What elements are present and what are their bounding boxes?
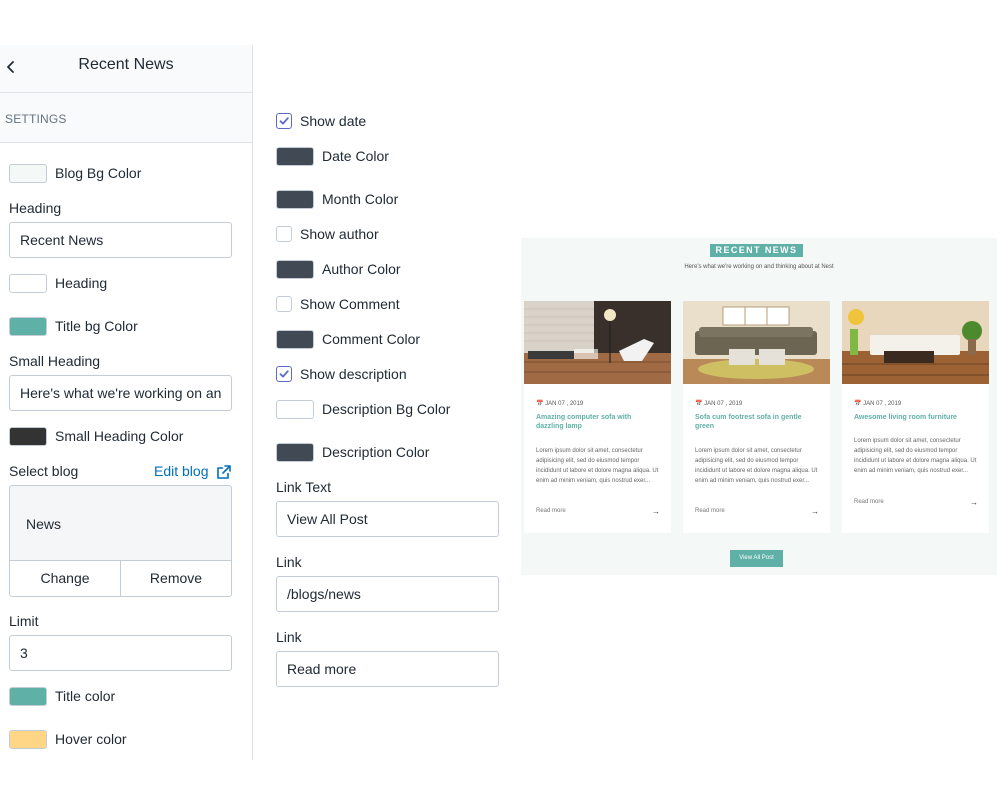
heading-label: Heading <box>9 200 62 216</box>
blog-card-description: Lorem ipsum dolor sit amet, consectetur … <box>854 438 977 474</box>
description-bg-color-swatch[interactable] <box>276 400 314 419</box>
selected-blog-card: News Change Remove <box>9 485 232 597</box>
recent-news-preview: RECENT NEWS Here's what we're working on… <box>521 238 997 575</box>
blog-actions: Change Remove <box>9 560 232 597</box>
blog-card-image[interactable] <box>842 301 989 384</box>
heading-color-label: Heading <box>55 275 108 291</box>
settings-sidebar: Recent News SETTINGS Blog Bg Color Headi… <box>0 45 253 760</box>
preview-subtitle: Here's what we're working on and thinkin… <box>684 264 834 270</box>
view-all-post-button[interactable]: View All Post <box>730 550 783 567</box>
show-date-label: Show date <box>300 113 367 129</box>
link-label: Link <box>276 554 302 570</box>
blog-card-image[interactable] <box>683 301 830 384</box>
date-color-label: Date Color <box>322 148 389 164</box>
blog-card: 📅 JAN 07 , 2019 Sofa cum footrest sofa i… <box>683 301 830 533</box>
date-text: JAN 07 , 2019 <box>545 401 584 407</box>
description-color-label: Description Color <box>322 444 430 460</box>
title-bg-color-swatch[interactable] <box>9 317 47 336</box>
small-heading-input[interactable]: Here's what we're working on an <box>9 375 232 411</box>
blog-card-date: 📅 JAN 07 , 2019 <box>695 400 742 407</box>
change-blog-button[interactable]: Change <box>10 561 120 596</box>
read-more-link[interactable]: Read more <box>695 508 725 514</box>
comment-color-label: Comment Color <box>322 331 421 347</box>
blog-card: 📅 JAN 07 , 2019 Awesome living room furn… <box>842 301 989 533</box>
date-text: JAN 07 , 2019 <box>863 401 902 407</box>
external-link-icon[interactable] <box>216 464 232 480</box>
blog-bg-color-label: Blog Bg Color <box>55 165 142 181</box>
checkmark-icon <box>279 117 289 125</box>
blog-card: 📅 JAN 07 , 2019 Amazing computer sofa wi… <box>524 301 671 533</box>
author-color-label: Author Color <box>322 261 401 277</box>
blog-bg-color-swatch[interactable] <box>9 164 47 183</box>
blog-card-date: 📅 JAN 07 , 2019 <box>854 400 901 407</box>
arrow-right-icon[interactable]: → <box>811 507 819 516</box>
selected-blog-name: News <box>26 516 62 532</box>
page-title: Recent News <box>78 56 174 73</box>
blog-card-description: Lorem ipsum dolor sit amet, consectetur … <box>536 448 659 484</box>
arrow-right-icon[interactable]: → <box>652 507 660 516</box>
title-bg-color-label: Title bg Color <box>55 318 138 334</box>
description-color-swatch[interactable] <box>276 443 314 462</box>
read-more-input[interactable]: Read more <box>276 651 499 687</box>
small-heading-label: Small Heading <box>9 353 101 369</box>
edit-blog-link[interactable]: Edit blog <box>154 463 208 479</box>
heading-input[interactable]: Recent News <box>9 222 232 258</box>
link-text-input[interactable]: View All Post <box>276 501 499 537</box>
remove-blog-button[interactable]: Remove <box>120 561 231 596</box>
date-text: JAN 07 , 2019 <box>704 401 743 407</box>
arrow-right-icon[interactable]: → <box>970 498 978 507</box>
show-description-label: Show description <box>300 366 407 382</box>
select-blog-label: Select blog <box>9 463 79 479</box>
calendar-icon: 📅 <box>854 401 862 407</box>
show-description-checkbox[interactable] <box>276 366 292 382</box>
show-author-label: Show author <box>300 226 379 242</box>
show-comment-checkbox[interactable] <box>276 296 292 312</box>
month-color-label: Month Color <box>322 191 399 207</box>
blog-card-date: 📅 JAN 07 , 2019 <box>536 400 583 407</box>
comment-color-swatch[interactable] <box>276 330 314 349</box>
read-more-link-label: Link <box>276 629 302 645</box>
link-input[interactable]: /blogs/news <box>276 576 499 612</box>
blog-card-description: Lorem ipsum dolor sit amet, consectetur … <box>695 448 818 484</box>
blog-card-title[interactable]: Awesome living room furniture <box>854 413 974 422</box>
section-label: SETTINGS <box>5 112 67 126</box>
sidebar-header: Recent News <box>0 45 252 93</box>
display-settings: Show date Date Color Month Color Show au… <box>262 100 512 700</box>
show-comment-label: Show Comment <box>300 296 400 312</box>
title-color-label: Title color <box>55 688 116 704</box>
limit-label: Limit <box>9 613 39 629</box>
limit-input[interactable]: 3 <box>9 635 232 671</box>
small-heading-color-swatch[interactable] <box>9 427 47 446</box>
link-text-label: Link Text <box>276 479 331 495</box>
heading-color-swatch[interactable] <box>9 274 47 293</box>
settings-section-header: SETTINGS <box>0 93 252 143</box>
date-color-swatch[interactable] <box>276 147 314 166</box>
title-color-swatch[interactable] <box>9 687 47 706</box>
calendar-icon: 📅 <box>695 401 703 407</box>
show-date-checkbox[interactable] <box>276 113 292 129</box>
author-color-swatch[interactable] <box>276 260 314 279</box>
calendar-icon: 📅 <box>536 401 544 407</box>
blog-card-title[interactable]: Amazing computer sofa with dazzling lamp <box>536 413 656 431</box>
hover-color-label: Hover color <box>55 731 127 747</box>
small-heading-color-label: Small Heading Color <box>55 428 184 444</box>
checkmark-icon <box>279 370 289 378</box>
blog-card-title[interactable]: Sofa cum footrest sofa in gentle green <box>695 413 815 431</box>
hover-color-swatch[interactable] <box>9 730 47 749</box>
description-bg-color-label: Description Bg Color <box>322 401 451 417</box>
month-color-swatch[interactable] <box>276 190 314 209</box>
blog-card-image[interactable] <box>524 301 671 384</box>
preview-title: RECENT NEWS <box>710 244 803 257</box>
read-more-link[interactable]: Read more <box>536 508 566 514</box>
show-author-checkbox[interactable] <box>276 226 292 242</box>
read-more-link[interactable]: Read more <box>854 499 884 505</box>
